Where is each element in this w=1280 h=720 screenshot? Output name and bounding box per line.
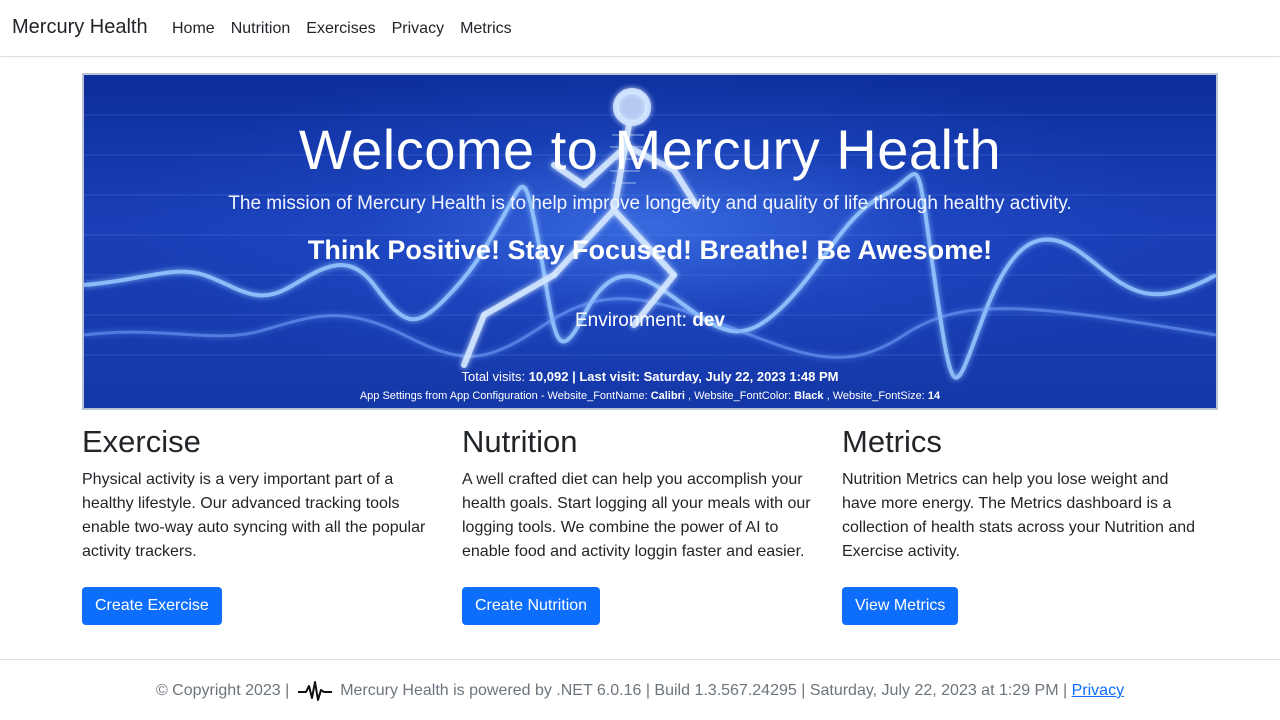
font-size-value: 14 [927,390,941,402]
nav-link-home[interactable]: Home [164,0,223,57]
hero-mission-text: The mission of Mercury Health is to help… [228,193,1072,214]
font-color-label: , Website_FontColor: [687,390,792,402]
exercise-description: Physical activity is a very important pa… [82,471,426,560]
top-navbar: Mercury Health Home Nutrition Exercises … [0,0,1280,57]
main-nav: Home Nutrition Exercises Privacy Metrics [164,0,520,57]
settings-prefix: App Settings from App Configuration - We… [359,390,648,402]
nav-link-nutrition[interactable]: Nutrition [223,0,299,57]
hero-slogan: Think Positive! Stay Focused! Breathe! B… [307,235,993,265]
create-nutrition-button[interactable]: Create Nutrition [462,587,601,625]
environment-value: dev [692,310,725,331]
app-settings-info: App Settings from App Configuration - We… [84,390,1216,402]
font-color-value: Black [794,390,824,402]
font-size-label: , Website_FontSize: [826,390,925,402]
nav-link-exercises[interactable]: Exercises [298,0,383,57]
font-name-value: Calibri [650,390,685,402]
exercise-section: Exercise Physical activity is a very imp… [82,424,438,625]
nutrition-description: A well crafted diet can help you accompl… [462,471,811,560]
brand-link[interactable]: Mercury Health [12,16,148,39]
view-metrics-button[interactable]: View Metrics [842,587,959,625]
nutrition-heading: Nutrition [462,424,578,459]
footer-build-info: Mercury Health is powered by .NET 6.0.16… [340,682,1068,699]
nutrition-section: Nutrition A well crafted diet can help y… [462,424,818,625]
visits-value: 10,092 [528,369,569,384]
visits-label: Total visits: [461,369,526,384]
last-visit-value: Saturday, July 22, 2023 1:48 PM [643,369,839,384]
environment-label: Environment: [575,310,687,331]
metrics-heading: Metrics [842,424,942,459]
nav-link-metrics[interactable]: Metrics [452,0,520,57]
environment-indicator: Environment: dev [84,310,1216,332]
last-visit-label: | Last visit: [572,369,641,384]
hero-banner: Welcome to Mercury Health The mission of… [82,73,1218,410]
create-exercise-button[interactable]: Create Exercise [82,587,222,625]
footer-copyright: © Copyright 2023 | [155,682,290,699]
page-footer: © Copyright 2023 | Mercury Health is pow… [0,659,1280,720]
metrics-section: Metrics Nutrition Metrics can help you l… [842,424,1198,625]
heartbeat-pulse-icon [297,680,332,701]
metrics-description: Nutrition Metrics can help you lose weig… [842,471,1196,560]
exercise-heading: Exercise [82,424,201,459]
hero-title: Welcome to Mercury Health [298,118,1002,181]
visit-stats: Total visits: 10,092 | Last visit: Satur… [84,369,1216,384]
footer-privacy-link[interactable]: Privacy [1072,682,1124,699]
nav-link-privacy[interactable]: Privacy [384,0,452,57]
